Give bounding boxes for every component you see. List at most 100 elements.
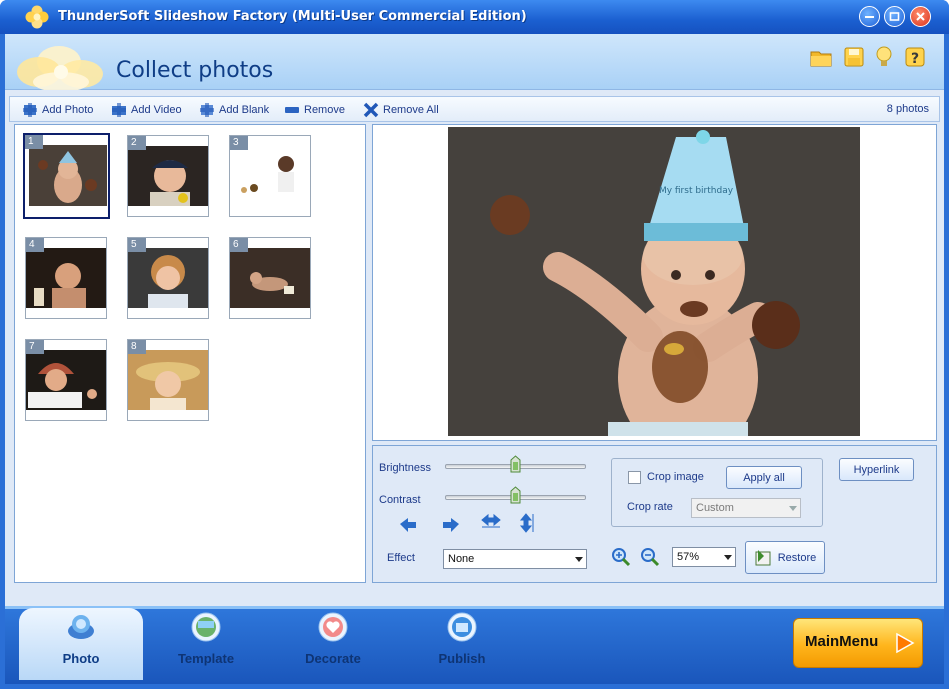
apply-all-label: Apply all [743, 471, 785, 484]
thumbnail-6[interactable]: 6 [229, 237, 311, 319]
rotate-left-icon[interactable] [397, 512, 419, 534]
tab-publish-label: Publish [438, 651, 486, 666]
main-menu-label: MainMenu [805, 633, 879, 650]
remove-all-icon [363, 102, 379, 118]
hat-text: My first birthday [659, 186, 734, 196]
effect-select-value: None [448, 553, 475, 565]
hyperlink-button[interactable]: Hyperlink [839, 458, 914, 481]
rotate-right-icon[interactable] [440, 512, 462, 534]
add-blank-icon [200, 103, 214, 117]
tab-template-label: Template [177, 651, 235, 666]
page-header: Collect photos ? [5, 34, 944, 90]
zoom-in-icon[interactable] [610, 546, 632, 568]
thumbnail-number: 5 [128, 238, 146, 252]
thumbnail-5[interactable]: 5 [127, 237, 209, 319]
app-window: ThunderSoft Slideshow Factory (Multi-Use… [0, 0, 949, 689]
window-title: ThunderSoft Slideshow Factory (Multi-Use… [58, 9, 527, 24]
toolbar: Add Photo Add Video Add Blank Remove Rem… [9, 96, 940, 122]
add-blank-label: Add Blank [219, 104, 270, 116]
thumbnail-image [128, 146, 208, 206]
zoom-select[interactable]: 57% [672, 547, 736, 567]
remove-all-button[interactable]: Remove All [363, 101, 439, 119]
tips-icon[interactable] [872, 44, 896, 70]
crop-rate-value: Custom [696, 502, 734, 514]
thumbnail-4[interactable]: 4 [25, 237, 107, 319]
main-menu-button[interactable]: MainMenu [793, 618, 923, 668]
thumbnail-number: 4 [26, 238, 44, 252]
photo-icon [68, 615, 94, 639]
zoom-value: 57% [677, 551, 700, 563]
save-icon[interactable] [842, 44, 866, 70]
thumbnail-image [230, 146, 310, 206]
contrast-slider-handle[interactable] [510, 486, 521, 504]
remove-all-label: Remove All [383, 104, 439, 116]
close-icon [916, 12, 925, 21]
minimize-button[interactable] [859, 6, 880, 27]
add-video-icon [112, 103, 126, 117]
thumbnail-8[interactable]: 8 [127, 339, 209, 421]
thumbnail-image [128, 350, 208, 410]
thumbnail-pane: 1 2 3 4 5 6 7 8 [14, 124, 366, 583]
folder-icon[interactable] [809, 44, 833, 70]
thumbnail-image [128, 248, 208, 308]
help-icon[interactable]: ? [903, 44, 927, 70]
tab-decorate-label: Decorate [305, 651, 361, 666]
thumbnail-number: 1 [25, 135, 43, 149]
thumbnail-number: 2 [128, 136, 146, 150]
flip-horizontal-icon[interactable] [480, 512, 502, 534]
flip-vertical-icon[interactable] [518, 512, 540, 534]
maximize-button[interactable] [884, 6, 905, 27]
restore-label: Restore [777, 551, 817, 564]
preview-photo[interactable]: My first birthday [448, 127, 860, 436]
crop-image-checkbox[interactable] [628, 471, 641, 484]
tab-publish[interactable]: Publish [412, 609, 512, 679]
remove-icon [285, 107, 299, 113]
page-title: Collect photos [116, 58, 274, 83]
contrast-label: Contrast [379, 494, 421, 506]
photo-count: 8 photos [886, 103, 929, 115]
brightness-slider-handle[interactable] [510, 455, 521, 473]
thumbnail-image [230, 248, 310, 308]
flower-logo-icon [17, 46, 103, 90]
crop-rate-label: Crop rate [627, 501, 673, 513]
effect-label: Effect [387, 552, 415, 564]
thumbnail-7[interactable]: 7 [25, 339, 107, 421]
thumbnail-number: 8 [128, 340, 146, 354]
tab-photo[interactable]: Photo [31, 609, 131, 679]
chevron-down-icon [724, 555, 732, 560]
add-photo-label: Add Photo [42, 104, 94, 116]
arrow-right-icon [896, 632, 915, 654]
remove-button[interactable]: Remove [284, 101, 345, 119]
chevron-down-icon [575, 557, 583, 562]
chevron-down-icon [789, 506, 797, 511]
effect-select[interactable]: None [443, 549, 587, 569]
add-photo-button[interactable]: Add Photo [22, 101, 93, 119]
tab-decorate[interactable]: Decorate [283, 609, 383, 679]
crop-rate-select[interactable]: Custom [691, 498, 801, 518]
thumbnail-3[interactable]: 3 [229, 135, 311, 217]
svg-text:?: ? [911, 51, 919, 67]
add-blank-button[interactable]: Add Blank [199, 101, 269, 119]
add-video-button[interactable]: Add Video [111, 101, 182, 119]
thumbnail-image [29, 145, 107, 206]
template-icon [191, 612, 221, 642]
thumbnail-image [26, 248, 106, 308]
decorate-icon [318, 612, 348, 642]
tab-template[interactable]: Template [156, 609, 256, 679]
app-logo-icon [25, 5, 49, 29]
preview-pane: My first birthday [372, 124, 937, 441]
minimize-icon [865, 16, 874, 18]
hyperlink-label: Hyperlink [853, 463, 900, 476]
close-button[interactable] [910, 6, 931, 27]
thumbnail-number: 6 [230, 238, 248, 252]
title-bar: ThunderSoft Slideshow Factory (Multi-Use… [0, 0, 949, 34]
brightness-label: Brightness [379, 462, 431, 474]
apply-all-button[interactable]: Apply all [726, 466, 802, 489]
restore-button[interactable]: Restore [745, 541, 825, 574]
restore-icon [755, 549, 771, 565]
thumbnail-2[interactable]: 2 [127, 135, 209, 217]
remove-label: Remove [304, 104, 345, 116]
crop-group: Crop image Apply all Crop rate Custom [611, 458, 823, 527]
thumbnail-1[interactable]: 1 [23, 133, 110, 219]
zoom-out-icon[interactable] [639, 546, 661, 568]
